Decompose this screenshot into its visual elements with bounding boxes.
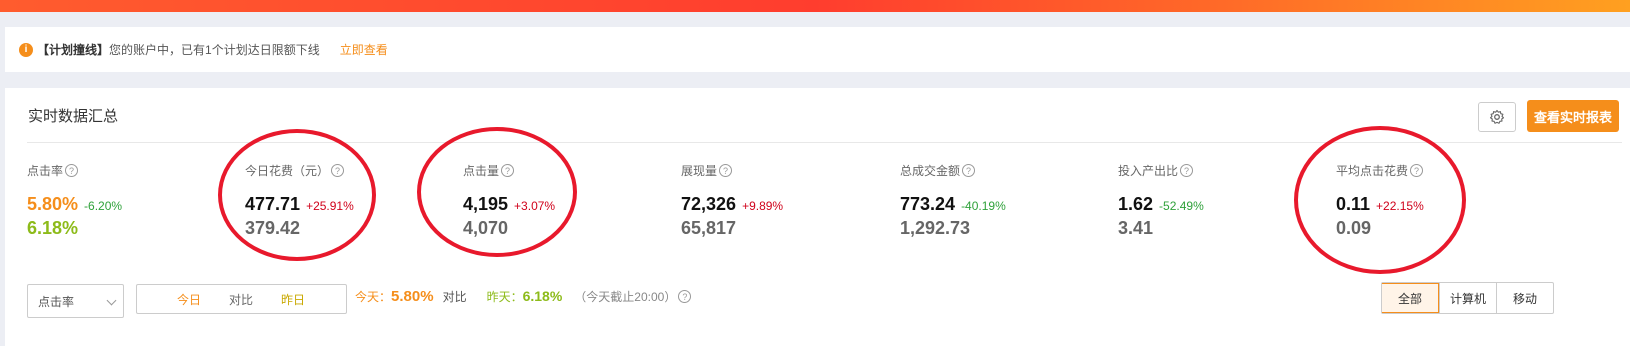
metric-ctr[interactable]: 点击率? 5.80% -6.20% 6.18% bbox=[27, 162, 237, 239]
divider bbox=[27, 142, 1622, 143]
segment-compare[interactable]: 对比 bbox=[215, 291, 267, 308]
metric-change: -40.19% bbox=[961, 199, 1006, 213]
compare-segment[interactable]: 今日 对比 昨日 bbox=[136, 284, 347, 314]
help-icon[interactable]: ? bbox=[962, 164, 976, 177]
view-realtime-report-button[interactable]: 查看实时报表 bbox=[1527, 100, 1619, 132]
metric-select[interactable]: 点击率 bbox=[27, 284, 124, 318]
metric-change: -52.49% bbox=[1159, 199, 1204, 213]
notice-tag: 【计划撞线】 bbox=[37, 43, 110, 57]
metric-label: 投入产出比 bbox=[1118, 164, 1179, 178]
settings-button[interactable] bbox=[1478, 102, 1516, 132]
metric-change: +22.15% bbox=[1376, 199, 1424, 213]
metric-clicks[interactable]: 点击量? 4,195 +3.07% 4,070 bbox=[463, 162, 673, 239]
help-icon[interactable]: ? bbox=[501, 164, 515, 177]
view-now-link[interactable]: 立即查看 bbox=[340, 41, 388, 58]
metric-change: +3.07% bbox=[514, 199, 556, 213]
metric-today-value: 477.71 bbox=[245, 194, 301, 214]
metric-today-value: 1.62 bbox=[1118, 194, 1154, 214]
segment-today[interactable]: 今日 bbox=[163, 291, 215, 308]
metric-yesterday-value: 0.09 bbox=[1336, 218, 1372, 238]
metric-label: 平均点击花费 bbox=[1336, 164, 1409, 178]
tab-mobile[interactable]: 移动 bbox=[1496, 283, 1553, 313]
help-icon[interactable]: ? bbox=[678, 290, 692, 303]
metric-impressions[interactable]: 展现量? 72,326 +9.89% 65,817 bbox=[681, 162, 891, 239]
metric-change: -6.20% bbox=[84, 199, 123, 213]
help-icon[interactable]: ? bbox=[719, 164, 733, 177]
help-icon[interactable]: ? bbox=[331, 164, 345, 177]
legend-yesterday-value: 6.18% bbox=[522, 288, 563, 304]
metric-yesterday-value: 4,070 bbox=[463, 218, 509, 238]
metric-change: +25.91% bbox=[306, 199, 354, 213]
metric-yesterday-value: 3.41 bbox=[1118, 218, 1154, 238]
legend-today-value: 5.80% bbox=[391, 288, 434, 305]
notice-bar: i 【计划撞线】 您的账户中，已有1个计划达日限额下线 立即查看 bbox=[5, 27, 1630, 72]
metric-today-value: 72,326 bbox=[681, 194, 737, 214]
legend-yesterday-label: 昨天： bbox=[486, 290, 523, 304]
metric-label: 今日花费（元） bbox=[245, 164, 330, 178]
metric-spend[interactable]: 今日花费（元）? 477.71 +25.91% 379.42 bbox=[245, 162, 455, 239]
top-banner bbox=[0, 0, 1630, 12]
tab-all[interactable]: 全部 bbox=[1382, 283, 1439, 313]
segment-yesterday[interactable]: 昨日 bbox=[267, 291, 319, 308]
metric-roi[interactable]: 投入产出比? 1.62 -52.49% 3.41 bbox=[1118, 162, 1328, 239]
metric-label: 点击率 bbox=[27, 164, 64, 178]
notice-text: 您的账户中，已有1个计划达日限额下线 bbox=[109, 43, 320, 57]
metric-yesterday-value: 1,292.73 bbox=[900, 218, 971, 238]
metric-yesterday-value: 379.42 bbox=[245, 218, 301, 238]
metric-yesterday-value: 6.18% bbox=[27, 218, 79, 238]
chart-legend: 今天： 5.80% 对比 昨天： 6.18% （今天截止20:00）? bbox=[355, 288, 692, 305]
info-icon: i bbox=[19, 42, 33, 57]
metric-today-value: 5.80% bbox=[27, 194, 79, 214]
metric-today-value: 0.11 bbox=[1336, 194, 1371, 214]
chevron-down-icon bbox=[106, 295, 117, 306]
help-icon[interactable]: ? bbox=[65, 164, 79, 177]
metric-label: 展现量 bbox=[681, 164, 718, 178]
device-tabs: 全部 计算机 移动 bbox=[1381, 282, 1554, 314]
legend-vs: 对比 bbox=[442, 290, 467, 304]
metric-change: +9.89% bbox=[742, 199, 784, 213]
legend-note: （今天截止20:00） bbox=[574, 290, 677, 304]
metric-label: 点击量 bbox=[463, 164, 500, 178]
help-icon[interactable]: ? bbox=[1180, 164, 1194, 177]
panel-title: 实时数据汇总 bbox=[28, 108, 119, 125]
metric-label: 总成交金额 bbox=[900, 164, 961, 178]
metric-today-value: 773.24 bbox=[900, 194, 956, 214]
metric-yesterday-value: 65,817 bbox=[681, 218, 737, 238]
tab-computer[interactable]: 计算机 bbox=[1439, 283, 1496, 313]
help-icon[interactable]: ? bbox=[1410, 164, 1424, 177]
legend-today-label: 今天： bbox=[355, 290, 392, 304]
realtime-summary-panel: 实时数据汇总 查看实时报表 点击率? 5.80% -6.20% 6.18% 今日花… bbox=[5, 88, 1630, 346]
metric-today-value: 4,195 bbox=[463, 194, 509, 214]
metric-cpc[interactable]: 平均点击花费? 0.11 +22.15% 0.09 bbox=[1336, 162, 1546, 239]
metric-gmv[interactable]: 总成交金额? 773.24 -40.19% 1,292.73 bbox=[900, 162, 1110, 239]
metric-select-value: 点击率 bbox=[38, 294, 75, 309]
gear-icon bbox=[1489, 109, 1505, 124]
